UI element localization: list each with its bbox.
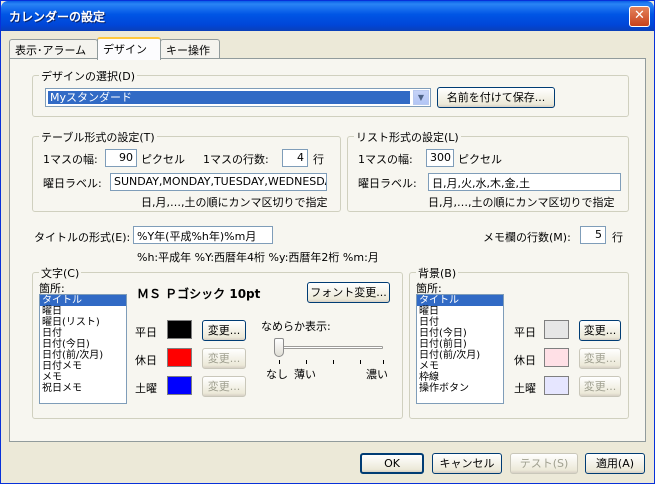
bg-saturday-change-button[interactable]: 変更... <box>579 376 621 397</box>
close-button[interactable]: ✕ <box>629 6 650 27</box>
list-item[interactable]: 日付 <box>40 328 126 339</box>
close-icon: ✕ <box>634 8 645 23</box>
table-width-label: 1マスの幅: <box>43 153 98 166</box>
list-item[interactable]: 日付メモ <box>40 361 126 372</box>
title-format-input[interactable]: %Y年(平成%h年)%m月 <box>133 226 273 244</box>
table-format-legend: テーブル形式の設定(T) <box>39 129 157 145</box>
bg-holiday-color-swatch <box>544 348 569 367</box>
list-item[interactable]: 祝日メモ <box>40 383 126 394</box>
list-item[interactable]: 曜日 <box>40 306 126 317</box>
table-rows-label: 1マスの行数: <box>203 153 269 166</box>
design-select-combo[interactable]: Myスタンダード ▼ <box>45 88 431 107</box>
text-style-legend: 文字(C) <box>39 265 82 281</box>
text-saturday-label: 土曜 <box>135 382 157 395</box>
slider-tick <box>279 360 280 364</box>
list-weekday-label: 曜日ラベル: <box>358 177 417 190</box>
save-as-button[interactable]: 名前を付けて保存... <box>437 87 555 108</box>
slider-tick <box>333 360 334 364</box>
text-saturday-change-button[interactable]: 変更... <box>202 376 246 397</box>
tab-design[interactable]: デザイン <box>97 37 161 60</box>
list-width-label: 1マスの幅: <box>358 153 413 166</box>
smooth-slider-track[interactable] <box>275 346 383 349</box>
bg-weekday-change-button[interactable]: 変更... <box>579 320 621 341</box>
ok-button[interactable]: OK <box>360 453 424 474</box>
list-format-legend: リスト形式の設定(L) <box>354 129 461 145</box>
smooth-dark-label: 濃い <box>366 368 388 381</box>
design-tab-page: デザインの選択(D) Myスタンダード ▼ 名前を付けて保存... テーブル形式… <box>9 58 646 442</box>
bg-weekday-label: 平日 <box>514 326 536 339</box>
table-weekday-label: 曜日ラベル: <box>43 177 102 190</box>
slider-tick <box>306 360 307 364</box>
text-holiday-color-swatch <box>167 348 192 367</box>
font-change-button[interactable]: フォント変更... <box>307 282 390 303</box>
list-weekday-hint: 日,月,…,土の順にカンマ区切りで指定 <box>428 196 615 209</box>
text-weekday-label: 平日 <box>135 326 157 339</box>
smooth-none-label: なし <box>266 368 288 381</box>
design-select-group: デザインの選択(D) Myスタンダード ▼ 名前を付けて保存... <box>32 68 629 117</box>
list-width-unit: ピクセル <box>458 153 502 166</box>
list-item[interactable]: タイトル <box>417 295 503 306</box>
settings-dialog: カレンダーの設定 ✕ 表示･アラーム デザイン キー操作 デザインの選択(D) … <box>0 0 655 484</box>
text-weekday-color-swatch <box>167 320 192 339</box>
list-format-group: リスト形式の設定(L) 1マスの幅: 300 ピクセル 曜日ラベル: 日,月,火… <box>347 129 629 212</box>
list-item[interactable]: メモ <box>40 372 126 383</box>
test-button[interactable]: テスト(S) <box>510 453 578 474</box>
list-item[interactable]: 日付(今日) <box>417 328 503 339</box>
background-legend: 背景(B) <box>416 265 459 281</box>
title-format-hint: %h:平成年 %Y:西暦年4桁 %y:西暦年2桁 %m:月 <box>137 251 379 264</box>
list-item[interactable]: 日付(前/次月) <box>417 350 503 361</box>
table-rows-unit: 行 <box>313 153 324 166</box>
bg-saturday-label: 土曜 <box>514 382 536 395</box>
memo-rows-input[interactable]: 5 <box>580 226 606 244</box>
bg-holiday-change-button[interactable]: 変更... <box>579 348 621 369</box>
memo-rows-unit: 行 <box>612 231 623 244</box>
list-item[interactable]: 曜日(リスト) <box>40 317 126 328</box>
list-item[interactable]: 操作ボタン <box>417 383 503 394</box>
smooth-thin-label: 薄い <box>294 368 316 381</box>
text-style-group: 文字(C) 箇所: タイトル 曜日 曜日(リスト) 日付 日付(今日) 日付(前/次月) 日… <box>32 265 403 419</box>
text-saturday-color-swatch <box>167 376 192 395</box>
slider-tick <box>360 360 361 364</box>
cancel-button[interactable]: キャンセル <box>432 453 502 474</box>
tab-display-alarm[interactable]: 表示･アラーム <box>9 39 98 59</box>
list-item[interactable]: 曜日 <box>417 306 503 317</box>
memo-rows-label: メモ欄の行数(M): <box>483 231 571 244</box>
slider-tick <box>383 360 384 364</box>
smooth-display-label: なめらか表示: <box>261 320 331 333</box>
list-item[interactable]: 日付(今日) <box>40 339 126 350</box>
title-bar[interactable]: カレンダーの設定 ✕ <box>1 1 654 31</box>
design-select-value: Myスタンダード <box>48 91 410 104</box>
apply-button[interactable]: 適用(A) <box>585 453 645 474</box>
background-group: 背景(B) 箇所: タイトル 曜日 日付 日付(今日) 日付(前日) 日付(前/次月) メモ… <box>409 265 629 419</box>
table-width-unit: ピクセル <box>141 153 185 166</box>
list-item[interactable]: 枠線 <box>417 372 503 383</box>
list-item[interactable]: メモ <box>417 361 503 372</box>
text-holiday-label: 休日 <box>135 354 157 367</box>
smooth-slider-thumb[interactable] <box>274 338 284 357</box>
list-width-input[interactable]: 300 <box>426 149 454 167</box>
list-item[interactable]: 日付 <box>417 317 503 328</box>
bg-holiday-label: 休日 <box>514 354 536 367</box>
font-preview: ＭＳ Ｐゴシック 10pt <box>137 287 261 301</box>
tab-key-operations[interactable]: キー操作 <box>160 39 220 59</box>
design-select-legend: デザインの選択(D) <box>39 68 138 84</box>
table-rows-input[interactable]: 4 <box>282 149 308 167</box>
table-weekday-input[interactable]: SUNDAY,MONDAY,TUESDAY,WEDNESDA <box>110 173 327 191</box>
list-item[interactable]: 日付(前/次月) <box>40 350 126 361</box>
chevron-down-icon[interactable]: ▼ <box>413 90 429 105</box>
table-width-input[interactable]: 90 <box>105 149 137 167</box>
bg-places-list[interactable]: タイトル 曜日 日付 日付(今日) 日付(前日) 日付(前/次月) メモ 枠線 操作ボタン <box>416 294 504 404</box>
table-weekday-hint: 日,月,…,土の順にカンマ区切りで指定 <box>141 196 328 209</box>
title-format-label: タイトルの形式(E): <box>34 231 131 244</box>
text-places-list[interactable]: タイトル 曜日 曜日(リスト) 日付 日付(今日) 日付(前/次月) 日付メモ メモ 祝日メモ <box>39 294 127 404</box>
bg-saturday-color-swatch <box>544 376 569 395</box>
text-weekday-change-button[interactable]: 変更... <box>202 320 246 341</box>
bg-weekday-color-swatch <box>544 320 569 339</box>
window-title: カレンダーの設定 <box>9 10 106 24</box>
list-item[interactable]: タイトル <box>40 295 126 306</box>
table-format-group: テーブル形式の設定(T) 1マスの幅: 90 ピクセル 1マスの行数: 4 行 … <box>32 129 341 212</box>
list-weekday-input[interactable]: 日,月,火,水,木,金,土 <box>428 173 621 191</box>
list-item[interactable]: 日付(前日) <box>417 339 503 350</box>
text-holiday-change-button[interactable]: 変更... <box>202 348 246 369</box>
